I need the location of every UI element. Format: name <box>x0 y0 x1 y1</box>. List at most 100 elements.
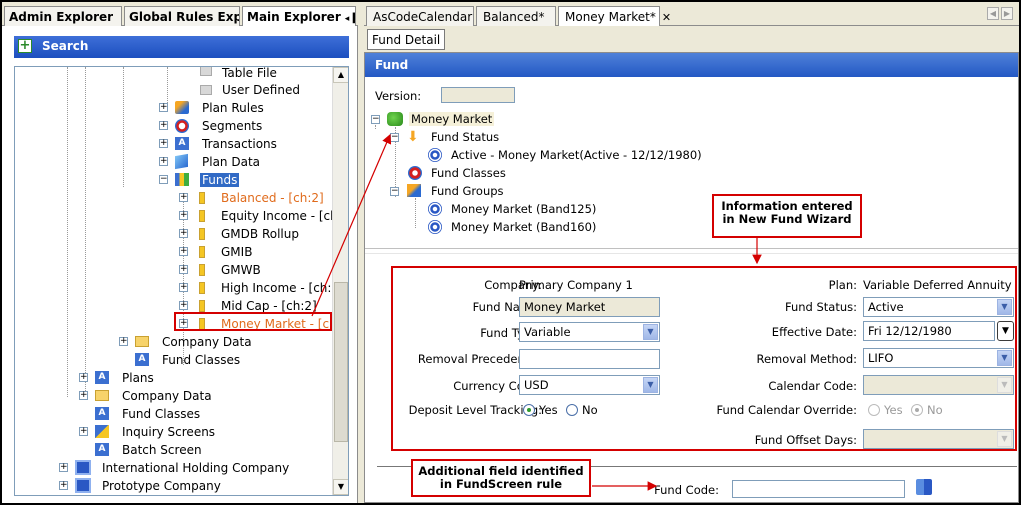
scroll-tabs-left-icon[interactable]: ◀ <box>987 7 999 20</box>
expand-icon[interactable]: + <box>159 103 168 112</box>
expand-icon[interactable]: + <box>179 193 188 202</box>
deposit-no-radio[interactable] <box>566 404 578 416</box>
tree-item-table-file[interactable]: Table File <box>200 67 277 82</box>
tree-item-plan-data[interactable]: + Plan Data <box>159 153 260 171</box>
tree-vertical-scrollbar[interactable]: ▲ ▼ <box>332 67 348 495</box>
tree-item-batch-screen[interactable]: A Batch Screen <box>79 441 202 459</box>
tab-ascodecalendar[interactable]: AsCodeCalendar <box>366 6 474 27</box>
chevron-down-icon[interactable]: ▼ <box>643 377 658 393</box>
tab-balanced[interactable]: Balanced* <box>476 6 556 27</box>
version-label: Version: <box>375 89 422 103</box>
tree-item-user-defined[interactable]: User Defined <box>200 81 300 99</box>
collapse-icon[interactable]: − <box>159 175 168 184</box>
plans-icon: A <box>95 371 109 384</box>
target-icon <box>428 202 442 216</box>
fund-group-item-1[interactable]: Money Market (Band125) <box>451 202 596 216</box>
expand-icon[interactable]: + <box>59 463 68 472</box>
fund-classes-node[interactable]: Fund Classes <box>431 166 506 180</box>
chevron-down-icon[interactable]: ▼ <box>997 350 1012 366</box>
tree-item-plans[interactable]: + A Plans <box>79 369 154 387</box>
company-value: Primary Company 1 <box>519 278 633 292</box>
removal-precedence-field[interactable] <box>519 349 660 369</box>
fund-groups-node[interactable]: Fund Groups <box>431 184 504 198</box>
tree-item-fund-classes[interactable]: A Fund Classes <box>79 405 200 423</box>
search-bar[interactable]: + Search <box>14 36 349 58</box>
tree-item-plan-rules[interactable]: + Plan Rules <box>159 99 264 117</box>
scroll-tabs-right-icon[interactable]: ▶ <box>1001 7 1013 20</box>
expand-icon[interactable]: + <box>179 301 188 310</box>
tab-money-market[interactable]: Money Market* ✕ <box>558 6 671 28</box>
chevron-down-icon[interactable]: ▼ <box>643 324 658 340</box>
expand-icon[interactable]: + <box>79 427 88 436</box>
tree-item-segments[interactable]: + Segments <box>159 117 262 135</box>
expand-icon[interactable]: + <box>179 211 188 220</box>
calendar-code-label: Calendar Code: <box>768 379 857 393</box>
expand-icon[interactable]: + <box>159 139 168 148</box>
tree-item-funds[interactable]: − Funds <box>159 171 240 189</box>
chevron-down-icon[interactable]: ▼ <box>997 299 1012 315</box>
tree-item-transactions[interactable]: + A Transactions <box>159 135 277 153</box>
override-yes-radio <box>868 404 880 416</box>
fund-code-field[interactable] <box>732 480 905 498</box>
tree-item-fund[interactable]: + Equity Income - [ch:2 <box>179 207 349 225</box>
tab-global-rules-explorer[interactable]: Global Rules Exp... <box>124 6 240 27</box>
fund-status-item[interactable]: Active - Money Market(Active - 12/12/198… <box>451 148 702 162</box>
fund-detail-button[interactable]: Fund Detail <box>367 29 446 50</box>
calendar-code-select: ▼ <box>863 375 1014 395</box>
funds-icon <box>175 173 189 186</box>
book-icon[interactable] <box>916 479 932 495</box>
scroll-thumb[interactable] <box>334 282 348 442</box>
scroll-up-icon[interactable]: ▲ <box>333 67 348 83</box>
tree-item-label: Fund Classes <box>162 353 241 367</box>
tree-item-international-holding[interactable]: + International Holding Company <box>59 459 289 477</box>
tree-guide-line <box>375 125 376 129</box>
tree-item-company-data[interactable]: + Company Data <box>79 387 212 405</box>
tree-item-fund[interactable]: + GMDB Rollup <box>179 225 299 243</box>
close-icon[interactable]: ✕ <box>662 11 671 24</box>
expand-icon[interactable]: + <box>159 121 168 130</box>
fund-tree-root[interactable]: Money Market <box>409 112 495 126</box>
expand-icon[interactable]: + <box>59 481 68 490</box>
currency-code-select[interactable]: USD ▼ <box>519 375 660 395</box>
fund-name-field[interactable]: Money Market <box>519 297 660 317</box>
expand-icon[interactable]: + <box>179 265 188 274</box>
tree-item-inquiry-screens[interactable]: + Inquiry Screens <box>79 423 215 441</box>
tree-item-label: Equity Income - [ch:2 <box>221 209 349 223</box>
tab-admin-explorer[interactable]: Admin Explorer <box>4 6 122 27</box>
tree-item-fund[interactable]: + Balanced - [ch:2] <box>179 189 324 207</box>
fund-status-node[interactable]: Fund Status <box>431 130 499 144</box>
money-market-highlight <box>174 312 332 331</box>
tree-guide-line <box>123 67 124 187</box>
tree-item-prototype-company[interactable]: + Prototype Company <box>59 477 221 495</box>
fund-status-select[interactable]: Active ▼ <box>863 297 1014 317</box>
tree-item-company-data-inner[interactable]: + Company Data <box>119 333 252 351</box>
tree-item-fund[interactable]: + GMWB <box>179 261 261 279</box>
fund-icon <box>199 210 205 222</box>
effective-date-field[interactable]: Fri 12/12/1980 <box>863 321 995 341</box>
scroll-down-icon[interactable]: ▼ <box>333 479 348 495</box>
expand-icon[interactable]: + <box>159 157 168 166</box>
fund-type-select[interactable]: Variable ▼ <box>519 322 660 342</box>
expand-icon[interactable]: + <box>179 229 188 238</box>
fund-group-item-2[interactable]: Money Market (Band160) <box>451 220 596 234</box>
expand-icon[interactable]: + <box>179 283 188 292</box>
deposit-yes-radio[interactable] <box>523 404 535 416</box>
expand-icon[interactable]: + <box>79 373 88 382</box>
removal-method-select[interactable]: LIFO ▼ <box>863 348 1014 368</box>
tree-guide-line <box>85 67 86 397</box>
collapse-icon[interactable]: − <box>390 187 399 196</box>
tree-item-label: Plans <box>122 371 154 385</box>
tab-main-explorer[interactable]: Main Explorer◂▐✕ <box>242 6 356 28</box>
expand-icon[interactable]: + <box>79 391 88 400</box>
collapse-icon[interactable]: − <box>390 133 399 142</box>
table-icon <box>200 85 212 95</box>
tree-item-fund[interactable]: + High Income - [ch:2] <box>179 279 344 297</box>
calendar-dropdown-icon[interactable]: ▼ <box>997 321 1014 341</box>
expand-icon[interactable]: + <box>179 247 188 256</box>
pin-icon[interactable]: ◂▐ <box>345 14 355 24</box>
plan-label: Plan: <box>828 278 857 292</box>
tree-item-fund[interactable]: + GMIB <box>179 243 252 261</box>
tree-item-fund-classes-inner[interactable]: A Fund Classes <box>119 351 240 369</box>
collapse-icon[interactable]: − <box>371 115 380 124</box>
expand-icon[interactable]: + <box>119 337 128 346</box>
